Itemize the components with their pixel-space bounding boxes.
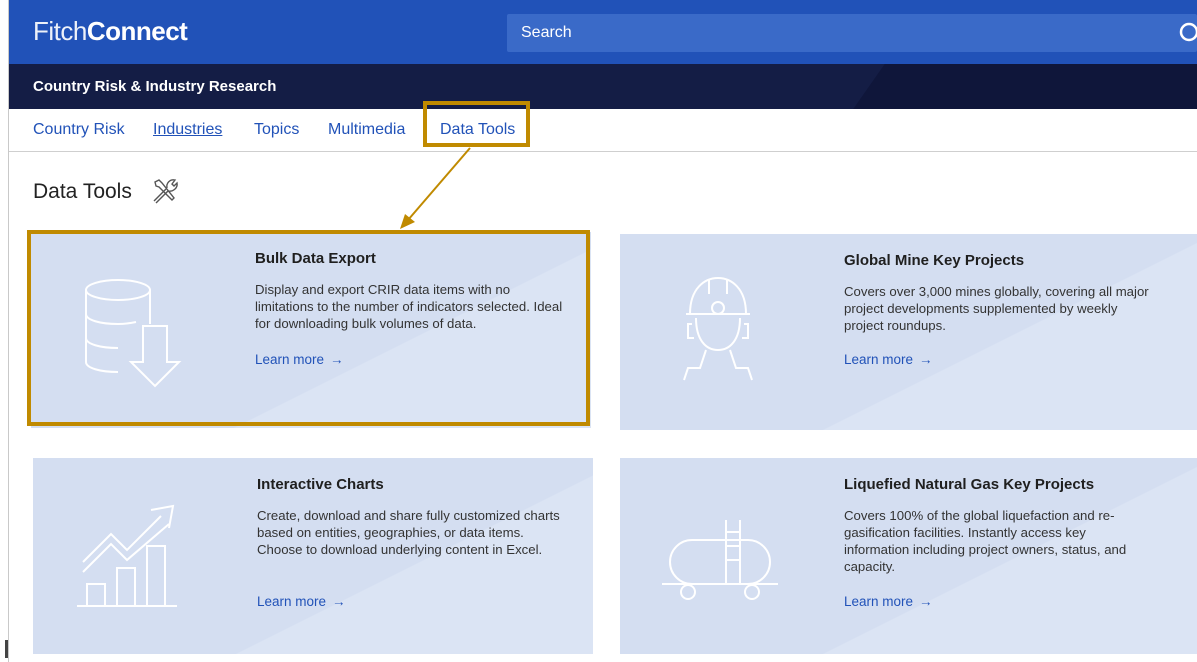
header-decoration [853, 64, 1197, 109]
learn-more-link[interactable]: Learn more → [257, 594, 346, 609]
main-nav: Country Risk Industries Topics Multimedi… [9, 109, 1197, 152]
learn-more-label: Learn more [257, 594, 327, 609]
nav-topics[interactable]: Topics [254, 121, 299, 139]
card-title: Interactive Charts [257, 476, 384, 493]
card-description: Covers 100% of the global liquefaction a… [844, 508, 1127, 574]
search-placeholder: Search [521, 24, 572, 41]
card-description: Covers over 3,000 mines globally, coveri… [844, 284, 1149, 333]
logo-part-fitch: Fitch [33, 16, 87, 46]
nav-multimedia[interactable]: Multimedia [328, 121, 405, 139]
card-description: Create, download and share fully customi… [257, 508, 560, 557]
learn-more-label: Learn more [844, 352, 914, 367]
bulk-export-highlight [27, 230, 590, 426]
learn-more-link[interactable]: Learn more → [844, 594, 933, 609]
miner-helmet-icon [683, 276, 753, 381]
card-title: Global Mine Key Projects [844, 252, 1025, 269]
text-cursor-marker [5, 640, 8, 658]
learn-more-label: Learn more [844, 594, 914, 609]
search-icon[interactable] [1175, 21, 1197, 45]
card-interactive-charts[interactable]: Interactive Charts Create, download and … [33, 458, 593, 654]
arrow-right-icon: → [919, 352, 933, 367]
section-header: Country Risk & Industry Research [9, 64, 1197, 109]
arrow-right-icon: → [919, 594, 933, 609]
card-title: Liquefied Natural Gas Key Projects [844, 476, 1095, 493]
arrow-right-icon: → [332, 594, 346, 609]
page: FitchConnect Search Country Risk & Indus… [0, 0, 1197, 662]
tank-car-icon [662, 520, 778, 600]
learn-more-link[interactable]: Learn more → [844, 352, 933, 367]
nav-industries[interactable]: Industries [153, 121, 222, 139]
nav-country-risk[interactable]: Country Risk [33, 121, 125, 139]
tools-icon [153, 179, 178, 204]
card-lng-key-projects[interactable]: Liquefied Natural Gas Key Projects Cover… [620, 458, 1197, 654]
card-global-mine-key-projects[interactable]: Global Mine Key Projects Covers over 3,0… [620, 234, 1197, 430]
fitchconnect-logo[interactable]: FitchConnect [33, 16, 188, 47]
section-title[interactable]: Country Risk & Industry Research [33, 78, 276, 95]
page-title: Data Tools [33, 180, 132, 203]
data-tools-highlight [423, 101, 530, 147]
logo-part-connect: Connect [86, 16, 188, 46]
search-input[interactable]: Search [507, 14, 1197, 52]
bar-chart-trend-icon [77, 504, 177, 607]
top-header: FitchConnect Search [9, 0, 1197, 64]
